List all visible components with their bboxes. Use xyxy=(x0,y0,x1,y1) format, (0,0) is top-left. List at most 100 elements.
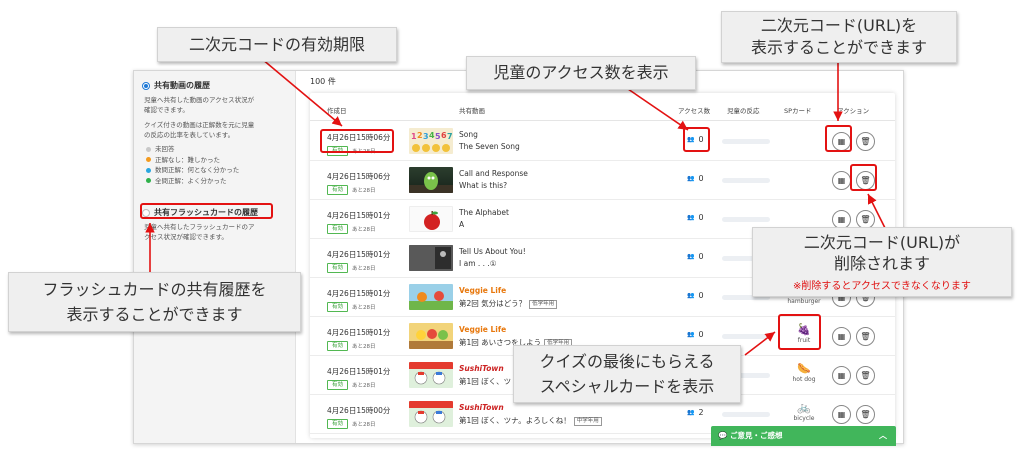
callout-text: 二次元コード(URL)を xyxy=(760,16,918,35)
video-subtitle: 第2回 気分はどう？ 低学年用 xyxy=(459,298,558,309)
video-thumbnail[interactable] xyxy=(409,401,453,427)
access-value: 0 xyxy=(698,330,704,339)
svg-text:7: 7 xyxy=(447,132,453,141)
callout-access-count: 児童のアクセス数を表示 xyxy=(466,56,696,90)
desc-line: クイズ付きの動画は正解数を元に児童 xyxy=(144,121,255,129)
delete-button[interactable]: 🗑 xyxy=(856,366,875,385)
remaining-days: あと28日 xyxy=(352,305,376,311)
access-value: 0 xyxy=(698,213,704,222)
sp-card[interactable]: 🚲 bicycle xyxy=(784,400,824,422)
header-created: 作成日 xyxy=(327,107,347,115)
expiry-status: 有効 あと28日 xyxy=(327,302,376,312)
qr-code-button[interactable]: ▦ xyxy=(832,327,851,346)
header-action: アクション xyxy=(837,107,870,115)
highlight-qr xyxy=(825,125,852,152)
legend-dot-icon xyxy=(146,178,151,184)
sp-card[interactable]: 🌭 hot dog xyxy=(784,361,824,383)
video-subtitle: I am . . .① xyxy=(459,259,497,268)
song-thumbnail-art: 1 2 3 4 5 6 7 xyxy=(411,131,453,152)
callout-text: 表示することができます xyxy=(750,38,927,57)
video-subtitle: 第1回 ぼく、ツ xyxy=(459,377,512,386)
bicycle-icon: 🚲 xyxy=(797,401,811,414)
video-title: Veggie Life xyxy=(459,286,507,295)
video-thumbnail[interactable]: 1 2 3 4 5 6 7 xyxy=(409,128,453,154)
callout-warning: ※削除するとアクセスできなくなります xyxy=(793,281,971,292)
status-badge: 有効 xyxy=(327,380,349,390)
access-value: 0 xyxy=(698,291,704,300)
video-title: The Alphabet xyxy=(459,208,509,217)
feedback-tab[interactable]: 💬 ご意見・ご感想 ︿ xyxy=(711,426,896,446)
call-response-thumbnail-art xyxy=(409,172,453,193)
desc-line: クセス状況が確認できます。 xyxy=(144,233,228,241)
callout-qr-show: 二次元コード(URL)を 表示することができます xyxy=(721,11,957,63)
users-icon: 👥 xyxy=(687,331,695,338)
status-badge: 有効 xyxy=(327,263,349,273)
delete-button[interactable]: 🗑 xyxy=(856,132,875,151)
video-thumbnail[interactable] xyxy=(409,362,453,388)
users-icon: 👥 xyxy=(687,253,695,260)
desc-line: 児童へ共有した動画のアクセス状況が xyxy=(144,96,255,104)
svg-text:3: 3 xyxy=(423,132,429,141)
video-thumbnail[interactable] xyxy=(409,245,453,271)
highlight-expiry xyxy=(320,129,394,153)
callout-text: クイズの最後にもらえる xyxy=(539,352,715,371)
qr-code-button[interactable]: ▦ xyxy=(832,171,851,190)
legend-item: 全問正解：よく分かった xyxy=(142,176,292,187)
legend-dot-icon xyxy=(146,146,151,152)
reaction-legend: 未回答 正解なし：難しかった 数問正解：何となく分かった 全問正解：よく分かった xyxy=(142,144,292,186)
sidebar-section-videos: 共有動画の履歴 児童へ共有した動画のアクセス状況が 確認できます。 クイズ付きの… xyxy=(142,80,292,186)
sidebar-item-video-history[interactable]: 共有動画の履歴 xyxy=(142,80,292,91)
sp-card-name: bicycle xyxy=(793,415,815,422)
qr-code-button[interactable]: ▦ xyxy=(832,366,851,385)
created-date: 4月26日15時01分 xyxy=(327,211,391,220)
created-date: 4月26日15時01分 xyxy=(327,367,391,376)
users-icon: 👥 xyxy=(687,175,695,182)
expiry-status: 有効 あと28日 xyxy=(327,419,376,429)
header-reaction: 児童の反応 xyxy=(727,107,760,115)
header-sp-card: SPカード xyxy=(784,107,812,115)
video-subtitle: What is this? xyxy=(459,181,508,190)
video-thumbnail[interactable] xyxy=(409,206,453,232)
status-badge: 有効 xyxy=(327,419,349,429)
callout-expiry: 二次元コードの有効期限 xyxy=(157,27,397,62)
header-access: アクセス数 xyxy=(678,107,711,115)
qr-code-button[interactable]: ▦ xyxy=(832,405,851,424)
status-badge: 有効 xyxy=(327,224,349,234)
reaction-bar xyxy=(722,178,770,183)
callout-text: 削除されます xyxy=(833,254,930,273)
delete-button[interactable]: 🗑 xyxy=(856,327,875,346)
delete-button[interactable]: 🗑 xyxy=(856,405,875,424)
legend-item: 正解なし：難しかった xyxy=(142,155,292,166)
video-thumbnail[interactable] xyxy=(409,284,453,310)
video-thumbnail[interactable] xyxy=(409,167,453,193)
sushitown-thumbnail-art xyxy=(409,401,453,424)
status-badge: 有効 xyxy=(327,341,349,351)
access-value: 0 xyxy=(698,174,704,183)
legend-label: 全問正解：よく分かった xyxy=(155,176,227,185)
remaining-days: あと28日 xyxy=(352,266,376,272)
radio-selected-icon xyxy=(142,81,150,90)
video-subtitle-text: 第1回 ぼく、ツナ。よろしくね！ xyxy=(459,416,571,425)
callout-text: 二次元コードの有効期限 xyxy=(188,35,365,54)
legend-dot-icon xyxy=(146,157,151,163)
callout-special-card: クイズの最後にもらえる スペシャルカードを表示 xyxy=(513,345,741,403)
access-count: 👥0 xyxy=(687,174,704,183)
video-thumbnail[interactable] xyxy=(409,323,453,349)
remaining-days: あと28日 xyxy=(352,344,376,350)
callout-text: 表示することができます xyxy=(66,305,243,324)
highlight-access xyxy=(683,127,710,152)
video-title: SushiTown xyxy=(459,403,504,412)
callout-text: フラッシュカードの共有履歴を xyxy=(42,280,267,299)
callout-text: スペシャルカードを表示 xyxy=(539,377,715,396)
expiry-status: 有効 あと28日 xyxy=(327,224,376,234)
highlight-sp-card xyxy=(778,314,821,350)
created-date: 4月26日15時01分 xyxy=(327,328,391,337)
table-row: 4月26日15時06分 有効あと28日 1 2 3 4 5 6 7 Song xyxy=(310,122,895,161)
sidebar-item-label: 共有動画の履歴 xyxy=(154,81,210,90)
video-title: Veggie Life xyxy=(459,325,507,334)
desc-line: 確認できます。 xyxy=(144,106,189,114)
veggie-thumbnail-art xyxy=(409,291,453,310)
created-date: 4月26日15時06分 xyxy=(327,172,391,181)
highlight-flashcard xyxy=(140,203,273,219)
expiry-status: 有効 あと28日 xyxy=(327,341,376,351)
